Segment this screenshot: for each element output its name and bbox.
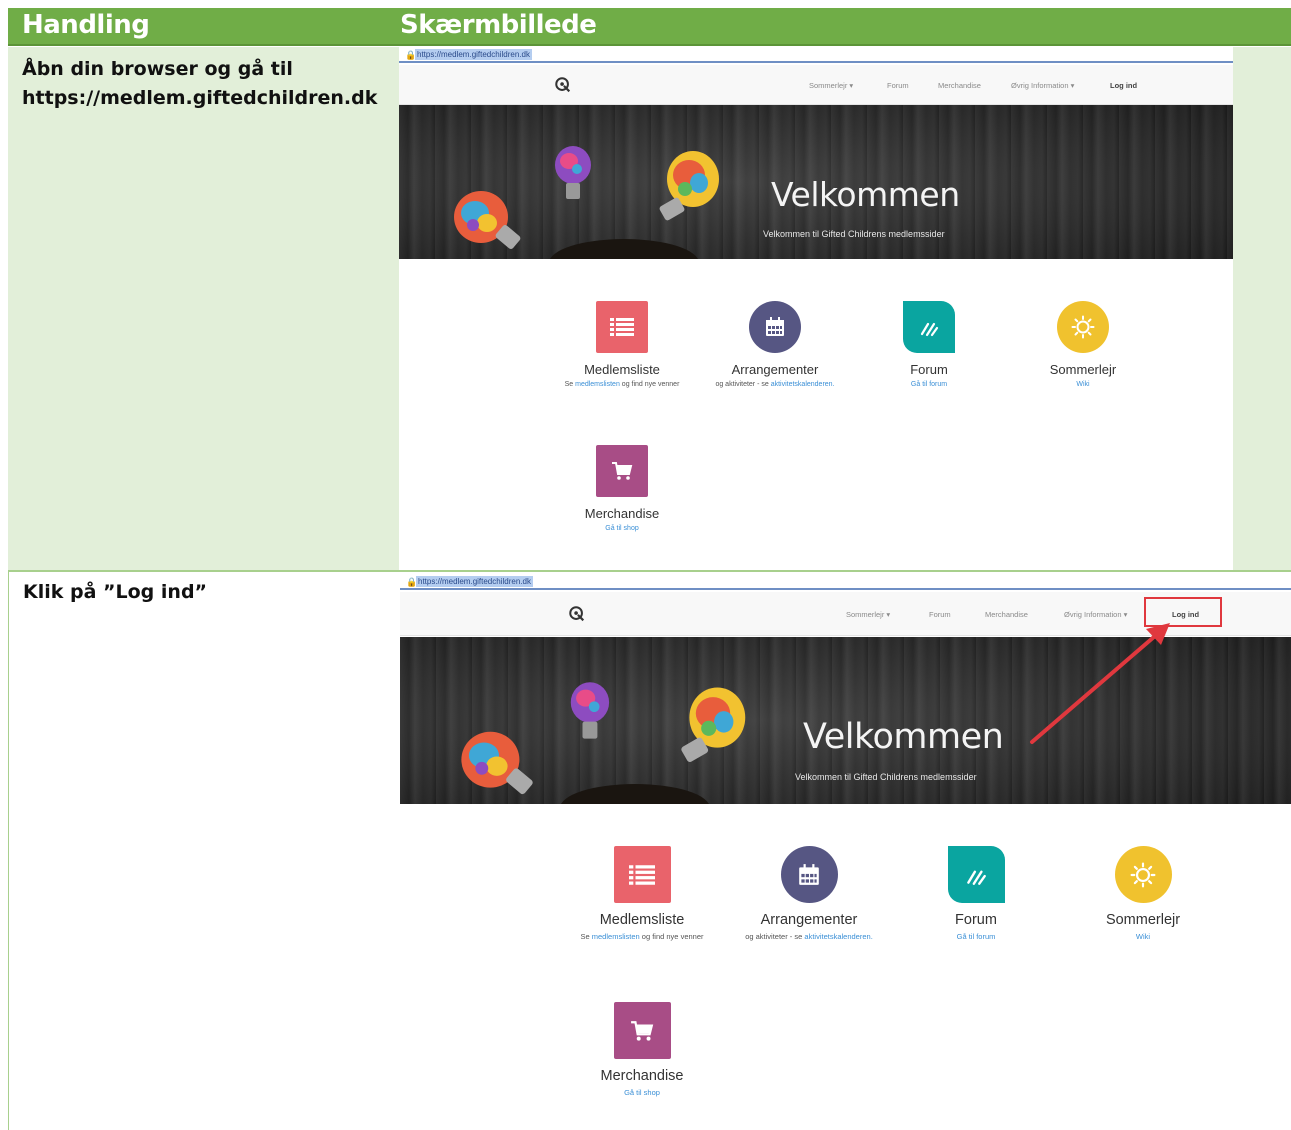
screenshot-2: 🔒 https://medlem.giftedchildren.dk Somme…	[400, 574, 1291, 1130]
person-head-silhouette	[560, 784, 710, 804]
cart-icon	[613, 1002, 671, 1059]
list-icon	[596, 301, 648, 353]
url-text: https://medlem.giftedchildren.dk	[415, 49, 532, 60]
nav-sommerlejr: Sommerlejr ▾	[809, 81, 854, 90]
address-bar: 🔒 https://medlem.giftedchildren.dk	[400, 574, 1291, 590]
card-title: Merchandise	[600, 1068, 684, 1084]
nav-merchandise: Merchandise	[938, 81, 981, 90]
lightbulb-illustration-icon	[461, 731, 533, 795]
address-bar: 🔒 https://medlem.giftedchildren.dk	[399, 47, 1233, 63]
hero-banner: Velkommen Velkommen til Gifted Childrens…	[399, 105, 1233, 259]
lightbulb-illustration-icon	[681, 687, 746, 762]
card-link: Gå til forum	[910, 381, 948, 388]
calendar-icon	[749, 301, 801, 353]
card-title: Sommerlejr	[1105, 912, 1181, 928]
hero-subtitle: Velkommen til Gifted Childrens medlemssi…	[795, 772, 977, 782]
card-title: Medlemsliste	[584, 362, 660, 377]
forum-icon	[903, 301, 955, 353]
calendar-icon	[780, 846, 838, 903]
card-title: Forum	[955, 912, 997, 928]
lightbulb-illustration-icon	[570, 682, 610, 739]
aktivitetskalenderen-link: aktivitetskalenderen.	[770, 381, 835, 388]
step-1-line1: Åbn din browser og gå til	[22, 58, 293, 80]
card-arrangementer: Arrangementer og aktiviteter - se aktivi…	[700, 301, 850, 388]
card-title: Medlemsliste	[599, 912, 685, 928]
card-title: Sommerlejr	[1049, 362, 1117, 377]
nav-forum: Forum	[887, 81, 909, 90]
card-description: og aktiviteter - se aktivitetskalenderen…	[715, 381, 835, 388]
medlemslisten-link: medlemslisten	[575, 381, 620, 388]
card-medlemsliste: Medlemsliste Se medlemslisten og find ny…	[547, 301, 697, 388]
site-logo-icon	[568, 605, 586, 623]
list-icon	[613, 846, 671, 903]
nav-forum: Forum	[929, 610, 951, 619]
table-row: Åbn din browser og gå til https://medlem…	[8, 47, 1291, 572]
red-arrow-icon	[1030, 623, 1170, 744]
card-link: Gå til forum	[956, 932, 996, 941]
card-sommerlejr: Sommerlejr Wiki	[1008, 301, 1158, 388]
hero-subtitle: Velkommen til Gifted Childrens medlemssi…	[763, 229, 945, 239]
table-header: Handling Skærmbillede	[8, 8, 1291, 46]
lightbulb-illustration-icon	[555, 146, 591, 199]
lightbulb-illustration-icon	[454, 191, 521, 249]
medlemslisten-link: medlemslisten	[591, 932, 640, 941]
sun-icon	[1057, 301, 1109, 353]
header-handling: Handling	[22, 10, 150, 40]
card-link: Gå til shop	[624, 1088, 660, 1097]
card-title: Forum	[910, 362, 948, 377]
nav-log-ind: Log ind	[1110, 81, 1138, 90]
screenshot-1: 🔒 https://medlem.giftedchildren.dk Somme…	[399, 47, 1233, 572]
step-2-text: Klik på ”Log ind”	[23, 581, 208, 603]
person-head-silhouette	[549, 239, 699, 259]
card-description: Se medlemslisten og find nye venner	[580, 932, 704, 941]
hero-title: Velkommen	[803, 717, 1004, 757]
card-link: Gå til shop	[605, 525, 639, 532]
card-title: Arrangementer	[731, 362, 819, 377]
instruction-table: Handling Skærmbillede Åbn din browser og…	[8, 8, 1291, 1130]
card-description: Se medlemslisten og find nye venner	[564, 381, 680, 388]
lightbulb-illustration-icon	[659, 151, 719, 221]
nav-oevrig-information: Øvrig Information ▾	[1011, 81, 1075, 90]
card-link: Wiki	[1135, 932, 1151, 941]
aktivitetskalenderen-link: aktivitetskalenderen.	[804, 932, 873, 941]
card-forum: Forum Gå til forum	[891, 846, 1061, 941]
card-sommerlejr: Sommerlejr Wiki	[1058, 846, 1228, 941]
table-row: Klik på ”Log ind” 🔒 https://medlem.gifte…	[8, 572, 1291, 1130]
site-logo-icon	[554, 76, 572, 94]
card-arrangementer: Arrangementer og aktiviteter - se aktivi…	[724, 846, 894, 941]
step-1-line2: https://medlem.giftedchildren.dk	[22, 87, 378, 109]
forum-icon	[947, 846, 1005, 903]
sun-icon	[1114, 846, 1172, 903]
cart-icon	[596, 445, 648, 497]
hero-title: Velkommen	[771, 175, 960, 214]
card-forum: Forum Gå til forum	[854, 301, 1004, 388]
card-title: Merchandise	[584, 506, 660, 521]
site-navbar: Sommerlejr ▾ Forum Merchandise Øvrig Inf…	[399, 65, 1233, 105]
card-merchandise: Merchandise Gå til shop	[547, 445, 697, 532]
card-description: og aktiviteter - se aktivitetskalenderen…	[745, 932, 873, 941]
card-link: Wiki	[1076, 381, 1090, 388]
url-text: https://medlem.giftedchildren.dk	[416, 576, 533, 587]
step-1-text: Åbn din browser og gå til https://medlem…	[22, 55, 392, 113]
card-title: Arrangementer	[760, 912, 858, 928]
header-skaermbillede: Skærmbillede	[400, 10, 597, 40]
card-merchandise: Merchandise Gå til shop	[557, 1002, 727, 1097]
card-medlemsliste: Medlemsliste Se medlemslisten og find ny…	[557, 846, 727, 941]
nav-sommerlejr: Sommerlejr ▾	[846, 610, 891, 619]
